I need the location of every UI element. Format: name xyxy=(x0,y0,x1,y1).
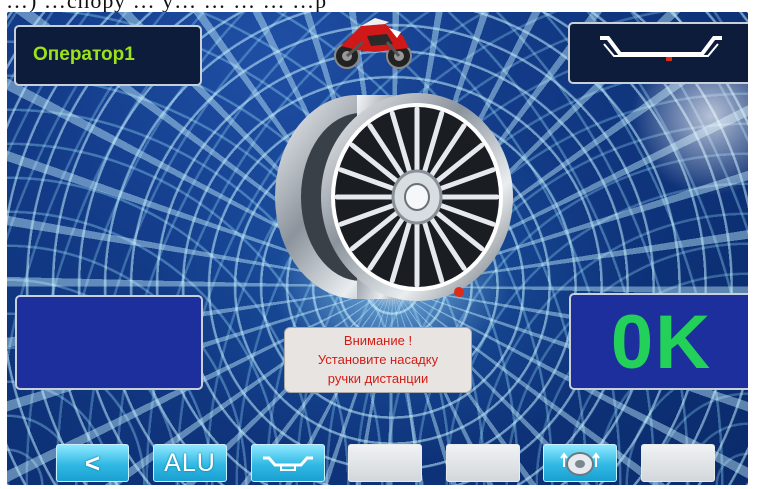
back-button[interactable]: < xyxy=(56,444,129,482)
balance-weight-icon xyxy=(560,452,600,476)
back-label: < xyxy=(84,447,101,478)
cropped-caption: …) …спору … у… … … … …р xyxy=(6,0,327,12)
empty-button-5[interactable] xyxy=(446,444,520,482)
empty-button-4[interactable] xyxy=(348,444,422,482)
wheel-rim-icon xyxy=(275,93,513,301)
value-display-left xyxy=(15,295,203,390)
operator-label: Оператор1 xyxy=(33,44,135,65)
balance-button[interactable] xyxy=(543,444,617,482)
alu-button[interactable]: ALU xyxy=(153,444,227,482)
status-display: 0K xyxy=(569,293,748,390)
top-cropped-text: …) …спору … у… … … … …р xyxy=(0,0,757,12)
status-value: 0K xyxy=(610,300,713,385)
operator-panel[interactable]: Оператор1 xyxy=(14,25,202,86)
rim-measure-icon xyxy=(263,456,313,471)
rim-profile-icon xyxy=(600,36,722,61)
warning-message: Внимание ! Установите насадку ручки дист… xyxy=(284,327,472,393)
warning-line-3: ручки дистанции xyxy=(327,371,429,386)
alu-label: ALU xyxy=(164,448,216,477)
rim-measure-button[interactable] xyxy=(251,444,325,482)
warning-line-2: Установите насадку xyxy=(317,352,439,367)
balancer-screen: Оператор1 0K Внимание ! Установите насад… xyxy=(7,12,748,485)
motorcycle-icon xyxy=(334,18,412,69)
empty-button-7[interactable] xyxy=(641,444,715,482)
warning-title: Внимание ! xyxy=(343,333,413,348)
rim-profile-panel[interactable] xyxy=(568,22,748,84)
